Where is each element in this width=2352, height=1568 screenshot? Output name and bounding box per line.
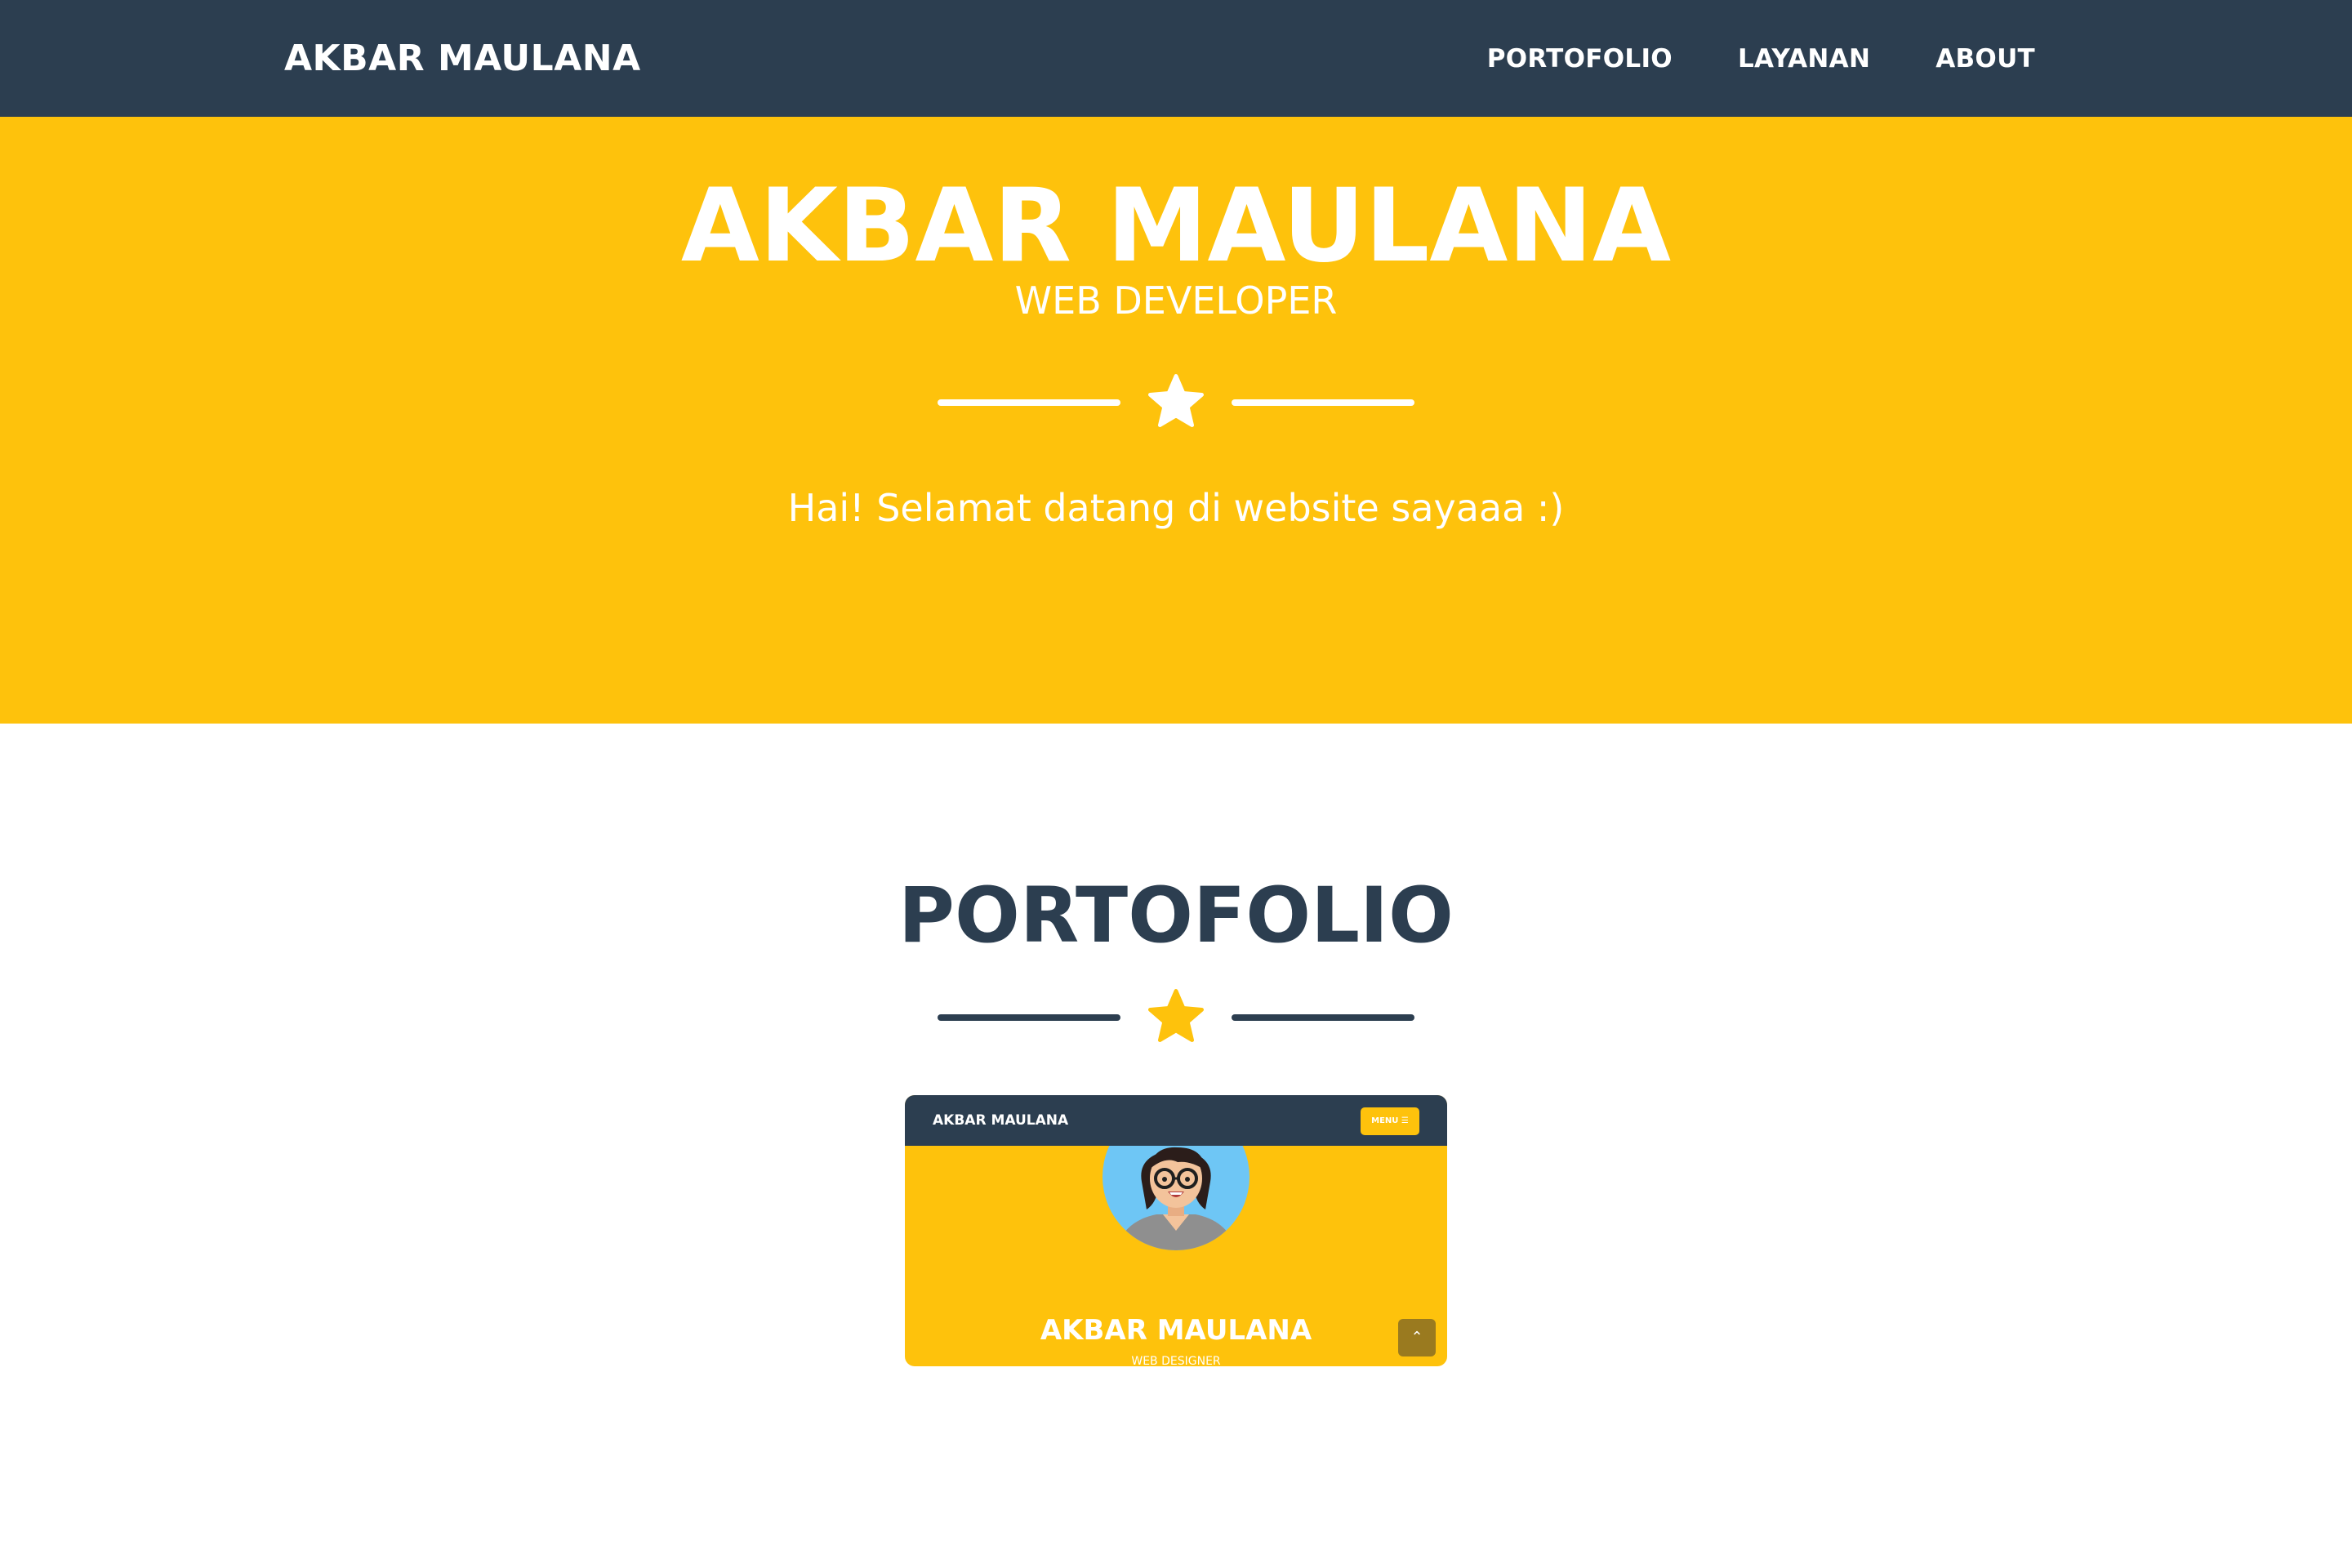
portfolio-divider (938, 985, 1414, 1050)
star-icon (1148, 989, 1204, 1042)
star-icon (1148, 374, 1204, 427)
hero-welcome-text: Hai! Selamat datang di website sayaaa :) (787, 486, 1565, 530)
divider-line-left (938, 1014, 1120, 1021)
hero-section: AKBAR MAULANA WEB DEVELOPER Hai! Selamat… (0, 117, 2352, 724)
portfolio-item-brand: AKBAR MAULANA (933, 1112, 1069, 1129)
portfolio-title: PORTOFOLIO (898, 871, 1454, 960)
hero-divider (938, 370, 1414, 435)
avatar-illustration (1102, 1146, 1250, 1250)
nav-link-portofolio[interactable]: PORTOFOLIO (1487, 44, 1673, 74)
chevron-up-icon: ⌃ (1398, 1319, 1436, 1356)
hero-subtitle: WEB DEVELOPER (1014, 278, 1338, 323)
portfolio-item[interactable]: AKBAR MAULANA MENU ☰ AKBAR MAULANA WEB D… (905, 1095, 1447, 1366)
nav-link-layanan[interactable]: LAYANAN (1738, 44, 1870, 74)
nav-link-about[interactable]: ABOUT (1936, 44, 2035, 74)
navbar: AKBAR MAULANA PORTOFOLIO LAYANAN ABOUT (0, 0, 2352, 117)
portfolio-item-subtitle: WEB DESIGNER (1131, 1355, 1221, 1366)
brand-link[interactable]: AKBAR MAULANA (284, 0, 641, 117)
portfolio-item-menu-button: MENU ☰ (1361, 1107, 1419, 1135)
nav-links: PORTOFOLIO LAYANAN ABOUT (1422, 0, 2035, 117)
divider-line-right (1232, 399, 1414, 406)
divider-line-right (1232, 1014, 1414, 1021)
divider-line-left (938, 399, 1120, 406)
portfolio-item-navbar: AKBAR MAULANA MENU ☰ (905, 1095, 1447, 1146)
portfolio-item-title: AKBAR MAULANA (1040, 1314, 1312, 1347)
hero-title: AKBAR MAULANA (680, 167, 1672, 285)
